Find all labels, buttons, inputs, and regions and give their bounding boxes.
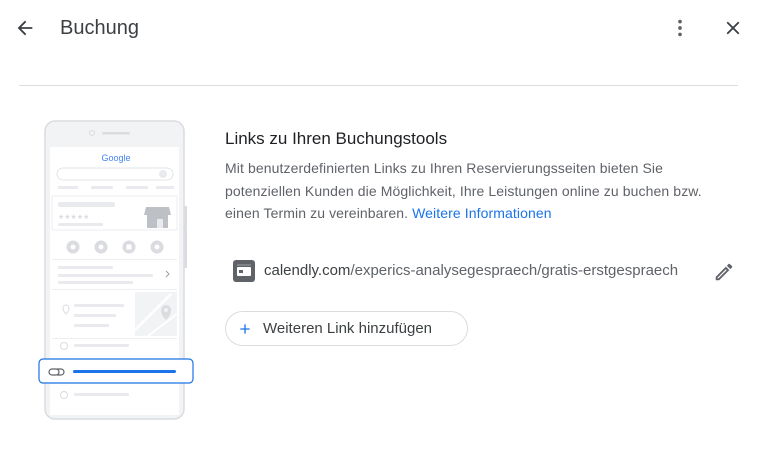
pencil-icon bbox=[715, 263, 733, 281]
more-info-link[interactable]: Weitere Informationen bbox=[412, 205, 552, 221]
section-description: Mit benutzerdefinierten Links zu Ihren R… bbox=[225, 157, 725, 225]
link-path: /experics-analysegespraech/gratis-erstge… bbox=[350, 262, 679, 279]
header: Buchung bbox=[0, 0, 757, 58]
plus-icon bbox=[236, 320, 254, 338]
arrow-back-icon bbox=[17, 20, 33, 36]
booking-content: Links zu Ihren Buchungstools Mit benutze… bbox=[225, 128, 725, 225]
close-button[interactable] bbox=[716, 11, 750, 45]
close-icon bbox=[726, 21, 740, 35]
more-options-button[interactable] bbox=[663, 11, 697, 45]
edit-link-button[interactable] bbox=[710, 258, 738, 286]
illustration-stars: ★★★★★ bbox=[58, 213, 89, 221]
booking-link-url: calendly.com/experics-analysegespraech/g… bbox=[264, 260, 704, 282]
booking-link-row: calendly.com/experics-analysegespraech/g… bbox=[233, 256, 743, 286]
more-vert-icon bbox=[678, 19, 682, 37]
section-title: Links zu Ihren Buchungstools bbox=[225, 129, 448, 148]
back-button[interactable] bbox=[8, 11, 42, 45]
link-domain: calendly.com bbox=[264, 262, 351, 279]
calendar-icon bbox=[233, 260, 255, 282]
add-link-label: Weiteren Link hinzufügen bbox=[263, 319, 432, 337]
header-divider bbox=[19, 85, 738, 86]
illustration-search-bar bbox=[56, 167, 174, 181]
google-logo: Google bbox=[101, 153, 130, 163]
phone-illustration: Google ★★★★★ bbox=[38, 120, 194, 420]
add-link-button[interactable]: Weiteren Link hinzufügen bbox=[225, 311, 468, 346]
page-title: Buchung bbox=[60, 17, 139, 39]
